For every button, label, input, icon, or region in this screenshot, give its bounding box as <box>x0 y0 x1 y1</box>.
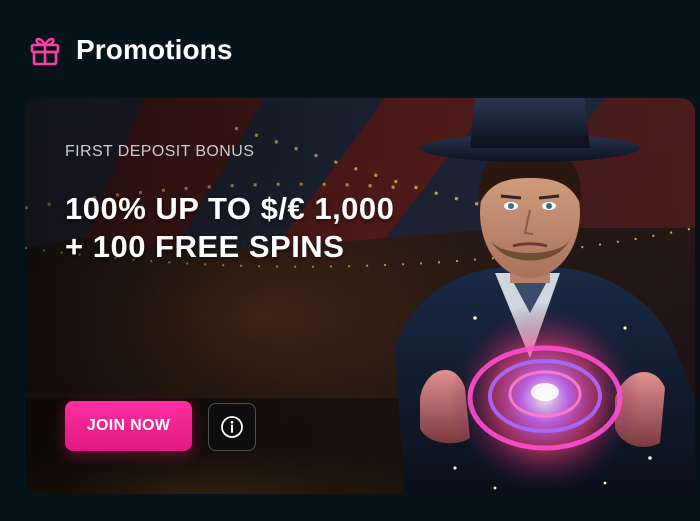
bonus-headline: 100% UP TO $/€ 1,000 + 100 FREE SPINS <box>65 190 394 266</box>
bonus-label: FIRST DEPOSIT BONUS <box>65 143 255 160</box>
page-title: Promotions <box>76 34 233 65</box>
first-deposit-bonus-banner[interactable]: FIRST DEPOSIT BONUS 100% UP TO $/€ 1,000… <box>25 98 695 494</box>
gift-icon <box>30 37 60 66</box>
headline-line-1: 100% UP TO $/€ 1,000 <box>65 191 395 226</box>
info-button[interactable] <box>208 403 256 451</box>
info-icon <box>221 416 243 438</box>
headline-line-2: + 100 FREE SPINS <box>65 229 345 264</box>
join-now-button[interactable]: JOIN NOW <box>65 401 192 451</box>
promotions-page: Promotions FIRST DEPOSIT BONUS 100% UP T… <box>0 0 700 521</box>
promotions-header: Promotions <box>28 28 233 72</box>
